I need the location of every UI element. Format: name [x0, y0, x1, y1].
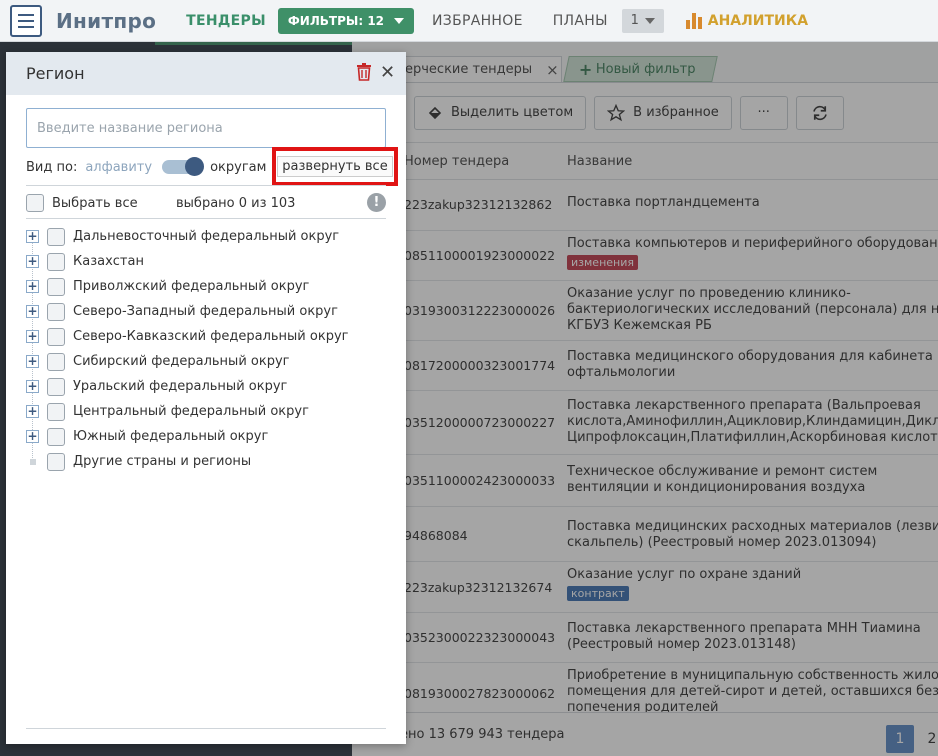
select-all-row: Выбрать все выбрано 0 из 103 !: [26, 192, 386, 214]
region-label: Северо-Западный федеральный округ: [73, 304, 338, 319]
region-checkbox[interactable]: [47, 277, 65, 296]
analytics-label: АНАЛИТИКА: [707, 12, 809, 29]
tree-item-volga[interactable]: + Приволжский федеральный округ: [26, 274, 396, 299]
region-checkbox[interactable]: [47, 402, 65, 421]
filters-button[interactable]: ФИЛЬТРЫ: 12: [277, 7, 415, 34]
expand-plus-icon[interactable]: +: [26, 405, 39, 418]
expand-plus-icon[interactable]: +: [26, 355, 39, 368]
divider: [26, 218, 386, 219]
region-label: Дальневосточный федеральный округ: [73, 229, 340, 244]
view-toggle-switch[interactable]: [162, 157, 205, 176]
top-bar: Инитпро ТЕНДЕРЫ ФИЛЬТРЫ: 12 ИЗБРАННОЕ ПЛ…: [0, 0, 938, 42]
app-logo[interactable]: Инитпро: [56, 9, 156, 33]
nav-analytics[interactable]: АНАЛИТИКА: [685, 12, 809, 29]
chevron-down-icon: [394, 17, 405, 24]
expand-all-label: развернуть все: [277, 156, 393, 177]
region-search-input[interactable]: [26, 108, 386, 148]
region-checkbox[interactable]: [47, 427, 65, 446]
region-checkbox[interactable]: [47, 377, 65, 396]
filters-label: ФИЛЬТРЫ: 12: [287, 13, 385, 28]
hamburger-icon-line: [18, 19, 34, 22]
region-tree: + Дальневосточный федеральный округ + Ка…: [26, 224, 396, 474]
view-by-label: Вид по:: [26, 159, 78, 175]
divider: [26, 728, 386, 729]
view-by-toggle-group: Вид по: алфавиту округам: [26, 156, 266, 178]
expand-plus-icon[interactable]: +: [26, 305, 39, 318]
expand-plus-icon[interactable]: +: [26, 255, 39, 268]
view-okrug-option[interactable]: округам: [210, 160, 266, 175]
expand-plus-icon[interactable]: +: [26, 330, 39, 343]
trash-icon[interactable]: [356, 63, 372, 81]
region-label: Центральный федеральный округ: [73, 404, 309, 419]
expand-plus-icon[interactable]: +: [26, 430, 39, 443]
region-label: Южный федеральный округ: [73, 429, 269, 444]
region-panel: Регион ✕ Вид по: алфавиту округам развер…: [6, 52, 406, 744]
selected-count: выбрано 0 из 103: [176, 195, 296, 211]
tree-item-ural[interactable]: + Уральский федеральный округ: [26, 374, 396, 399]
tree-item-siberia[interactable]: + Сибирский федеральный округ: [26, 349, 396, 374]
tree-item-northwest[interactable]: + Северо-Западный федеральный округ: [26, 299, 396, 324]
view-alphabet-option[interactable]: алфавиту: [85, 160, 152, 175]
region-checkbox[interactable]: [47, 452, 65, 471]
tree-item-far-east[interactable]: + Дальневосточный федеральный округ: [26, 224, 396, 249]
region-label: Другие страны и регионы: [73, 454, 252, 469]
region-checkbox[interactable]: [47, 227, 65, 246]
bar-chart-icon: [685, 12, 702, 29]
region-checkbox[interactable]: [47, 352, 65, 371]
region-label: Уральский федеральный округ: [73, 379, 288, 394]
close-icon[interactable]: ✕: [380, 63, 395, 83]
chevron-down-icon: [644, 17, 655, 24]
region-label: Приволжский федеральный округ: [73, 279, 310, 294]
region-checkbox[interactable]: [47, 302, 65, 321]
select-all-checkbox[interactable]: [26, 194, 44, 212]
tree-item-kazakhstan[interactable]: + Казахстан: [26, 249, 396, 274]
plans-dropdown[interactable]: 1: [621, 8, 664, 33]
region-checkbox[interactable]: [47, 327, 65, 346]
nav-favorites[interactable]: ИЗБРАННОЕ: [432, 13, 523, 29]
expand-plus-icon[interactable]: +: [26, 280, 39, 293]
nav-plans[interactable]: ПЛАНЫ: [553, 13, 608, 29]
region-label: Сибирский федеральный округ: [73, 354, 290, 369]
nav-tenders[interactable]: ТЕНДЕРЫ: [186, 13, 266, 29]
toggle-knob: [185, 157, 205, 176]
tree-item-other[interactable]: Другие страны и регионы: [26, 449, 396, 474]
region-label: Северо-Кавказский федеральный округ: [73, 329, 349, 344]
hamburger-icon-line: [18, 25, 34, 28]
tree-item-south[interactable]: + Южный федеральный округ: [26, 424, 396, 449]
tree-leaf-marker: [30, 458, 36, 465]
region-checkbox[interactable]: [47, 252, 65, 271]
info-icon[interactable]: !: [367, 193, 386, 212]
panel-title: Регион: [26, 64, 85, 83]
plans-number: 1: [630, 13, 639, 28]
region-panel-header: Регион ✕: [6, 52, 406, 95]
divider: [26, 185, 386, 186]
expand-plus-icon[interactable]: +: [26, 230, 39, 243]
tree-item-central[interactable]: + Центральный федеральный округ: [26, 399, 396, 424]
expand-plus-icon[interactable]: +: [26, 380, 39, 393]
menu-button[interactable]: [10, 4, 42, 37]
select-all-label[interactable]: Выбрать все: [52, 196, 138, 211]
region-label: Казахстан: [73, 254, 144, 269]
hamburger-icon: [18, 13, 34, 16]
tree-item-north-caucasus[interactable]: + Северо-Кавказский федеральный округ: [26, 324, 396, 349]
expand-all-button[interactable]: развернуть все: [272, 147, 398, 186]
